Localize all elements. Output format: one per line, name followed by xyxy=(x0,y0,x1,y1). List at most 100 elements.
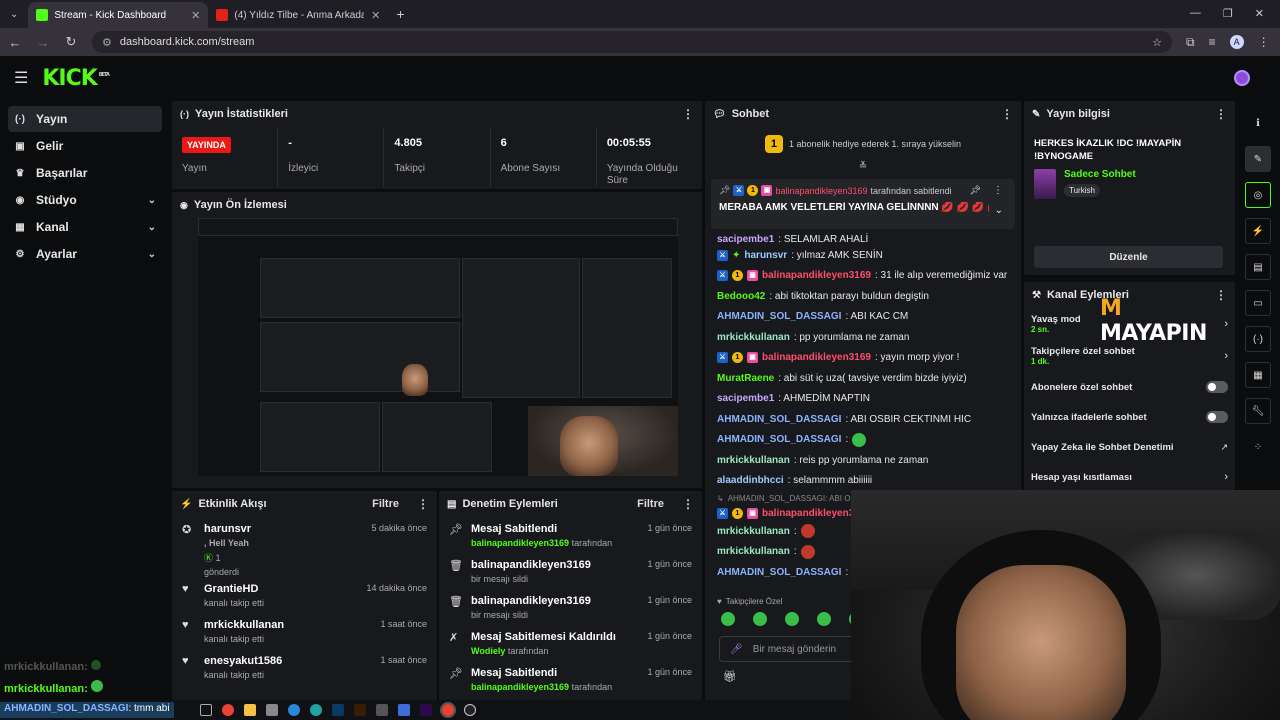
app-icon[interactable] xyxy=(266,704,278,716)
tab-close-icon[interactable]: ✕ xyxy=(371,9,380,22)
target-icon[interactable]: ◎ xyxy=(1245,182,1271,208)
obs-icon[interactable] xyxy=(464,704,476,716)
collapse-chevron-icon[interactable]: ≚ xyxy=(705,161,1021,175)
overlay-chat: mrkickkullanan: mrkickkullanan: xyxy=(4,660,103,696)
task-view-icon[interactable] xyxy=(200,704,212,716)
reload-icon[interactable]: ↻ xyxy=(64,34,78,50)
user-avatar[interactable] xyxy=(1234,70,1250,86)
app-icon[interactable] xyxy=(288,704,300,716)
mayapin-overlay-logo: M MAYAPIN xyxy=(1100,296,1207,346)
back-icon[interactable]: ← xyxy=(8,35,22,50)
illustrator-icon[interactable] xyxy=(354,704,366,716)
chat-icon[interactable]: ▭ xyxy=(1245,290,1271,316)
kebab-menu-icon[interactable]: ⋮ xyxy=(682,497,694,511)
sidebar-item-studyo[interactable]: ◉ Stüdyo ⌄ xyxy=(8,187,162,213)
chevron-down-icon: ⌄ xyxy=(147,194,156,206)
panel-header: ⚡ Etkinlik Akışı Filtre ⋮ xyxy=(172,491,437,517)
sidebar-item-yayin[interactable]: (·) Yayın xyxy=(8,106,162,132)
stat-followers: 4.805 Takipçi xyxy=(384,127,491,187)
stat-label: Yayın xyxy=(182,163,207,174)
filter-button[interactable]: Filtre xyxy=(372,498,399,510)
browser-tab-strip: ⌄ Stream - Kick Dashboard ✕ (4) Yıldız T… xyxy=(0,0,1280,28)
browser-menu-icon[interactable]: ⋮ xyxy=(1258,35,1270,49)
emote-icon xyxy=(800,544,815,559)
mod-time: 1 gün önce xyxy=(647,595,692,605)
channel-actions-panel: ⚒ Kanal Eylemleri ⋮ M MAYAPIN Yavaş mod 2… xyxy=(1024,282,1235,490)
mod-time: 1 gün önce xyxy=(647,559,692,569)
grid-dots-icon[interactable]: ⁘ xyxy=(1245,434,1271,460)
forward-icon[interactable]: → xyxy=(36,35,50,50)
media-icon[interactable]: ≡ xyxy=(1209,35,1216,49)
gift-leaderboard-notice[interactable]: 1 1 abonelik hediye ederek 1. sıraya yük… xyxy=(705,127,1021,161)
kebab-menu-icon[interactable]: ⋮ xyxy=(1215,107,1227,121)
sidebar-item-kanal[interactable]: ▦ Kanal ⌄ xyxy=(8,214,162,240)
unpin-icon[interactable]: 📌︎ xyxy=(970,185,981,196)
chevron-down-icon[interactable]: ⌄ xyxy=(995,205,1003,216)
edit-button[interactable]: Düzenle xyxy=(1034,246,1223,268)
activity-item: ✪ harunsvr , Hell Yeah Ⓚ 1 gönderdi 5 da… xyxy=(172,517,437,577)
layout-icon[interactable]: ▦ xyxy=(1245,362,1271,388)
sidebar-item-basarilar[interactable]: ♛ Başarılar xyxy=(8,160,162,186)
activity-message: , Hell Yeah xyxy=(204,538,249,548)
emotes-only-toggle[interactable] xyxy=(1206,411,1228,423)
action-label: Yavaş mod xyxy=(1031,314,1081,325)
ai-moderation-row[interactable]: Yapay Zeka ile Sohbet Denetimi ↗ xyxy=(1024,432,1235,462)
close-window-button[interactable]: ✕ xyxy=(1255,7,1264,20)
category-name[interactable]: Sadece Sohbet xyxy=(1064,169,1136,180)
premiere-icon[interactable] xyxy=(420,704,432,716)
emote-icon[interactable] xyxy=(721,612,735,626)
trophy-icon: ♛ xyxy=(15,167,25,179)
studio-icon: ◉ xyxy=(15,194,25,206)
site-info-icon[interactable]: ⚙ xyxy=(102,36,112,49)
tab-close-icon[interactable]: ✕ xyxy=(191,9,200,22)
profile-avatar[interactable]: A xyxy=(1229,35,1244,49)
stream-info-panel: ✎ Yayın bilgisi ⋮ HERKES İKAZLIK !DC !MA… xyxy=(1024,101,1235,275)
emotes-only-row[interactable]: Yalnızca ifadelerle sohbet xyxy=(1024,402,1235,432)
filter-button[interactable]: Filtre xyxy=(637,498,664,510)
subscribers-only-toggle[interactable] xyxy=(1206,381,1228,393)
minimize-button[interactable]: — xyxy=(1190,7,1201,20)
account-age-row[interactable]: Hesap yaşı kısıtlaması › xyxy=(1024,462,1235,492)
hamburger-menu-icon[interactable]: ☰ xyxy=(14,68,28,88)
restore-button[interactable]: ❐ xyxy=(1223,7,1233,20)
activity-item: ♥ GrantieHD kanalı takip etti 14 dakika … xyxy=(172,577,437,613)
folder-icon[interactable] xyxy=(244,704,256,716)
dashboard-sidebar: (·) Yayın ▣ Gelir ♛ Başarılar ◉ Stüdyo ⌄… xyxy=(0,100,170,720)
lightning-icon[interactable]: ⚡ xyxy=(1245,218,1271,244)
heart-icon: ♥ xyxy=(182,583,189,595)
kebab-menu-icon[interactable]: ⋮ xyxy=(1001,107,1013,121)
tab-search-icon[interactable]: ⌄ xyxy=(0,9,28,28)
kebab-menu-icon[interactable]: ⋮ xyxy=(417,497,429,511)
tab-youtube[interactable]: (4) Yıldız Tilbe - Anma Arkadaş ✕ xyxy=(208,2,388,28)
microphone-icon[interactable]: 🎤︎ xyxy=(730,644,743,655)
extensions-icon[interactable]: ⧉ xyxy=(1186,35,1195,50)
subscribers-only-row[interactable]: Abonelere özel sohbet xyxy=(1024,372,1235,402)
stream-preview-video[interactable] xyxy=(198,218,678,476)
document-icon[interactable]: ▤ xyxy=(1245,254,1271,280)
broadcast-icon[interactable]: (·) xyxy=(1245,326,1271,352)
app-icon[interactable] xyxy=(376,704,388,716)
stat-label: Abone Sayısı xyxy=(500,163,561,174)
kebab-menu-icon[interactable]: ⋮ xyxy=(993,185,1003,196)
wrench-icon[interactable]: 🔧︎ xyxy=(1245,398,1271,424)
emote-icon[interactable] xyxy=(753,612,767,626)
info-icon[interactable]: ℹ xyxy=(1245,110,1271,136)
edge-icon[interactable] xyxy=(310,704,322,716)
sidebar-item-ayarlar[interactable]: ⚙ Ayarlar ⌄ xyxy=(8,241,162,267)
new-tab-button[interactable]: + xyxy=(388,6,412,28)
kebab-menu-icon[interactable]: ⋮ xyxy=(682,107,694,121)
external-link-icon: ↗ xyxy=(1220,441,1228,452)
chrome-icon[interactable] xyxy=(222,704,234,716)
tab-kick-dashboard[interactable]: Stream - Kick Dashboard ✕ xyxy=(28,2,209,28)
edit-icon[interactable]: ✎ xyxy=(1245,146,1271,172)
url-field[interactable]: ⚙ dashboard.kick.com/stream ☆ xyxy=(92,31,1172,53)
app-icon[interactable] xyxy=(398,704,410,716)
pinned-message[interactable]: 📌︎ ⚔ 1 ▣ balinapandikleyen3169 tarafında… xyxy=(711,179,1015,229)
sidebar-item-gelir[interactable]: ▣ Gelir xyxy=(8,133,162,159)
chrome-icon[interactable] xyxy=(440,702,456,718)
emote-icon[interactable] xyxy=(817,612,831,626)
photoshop-icon[interactable] xyxy=(332,704,344,716)
emote-icon[interactable] xyxy=(785,612,799,626)
bookmark-star-icon[interactable]: ☆ xyxy=(1152,36,1162,49)
kick-logo[interactable]: KICK BETA xyxy=(42,66,110,91)
